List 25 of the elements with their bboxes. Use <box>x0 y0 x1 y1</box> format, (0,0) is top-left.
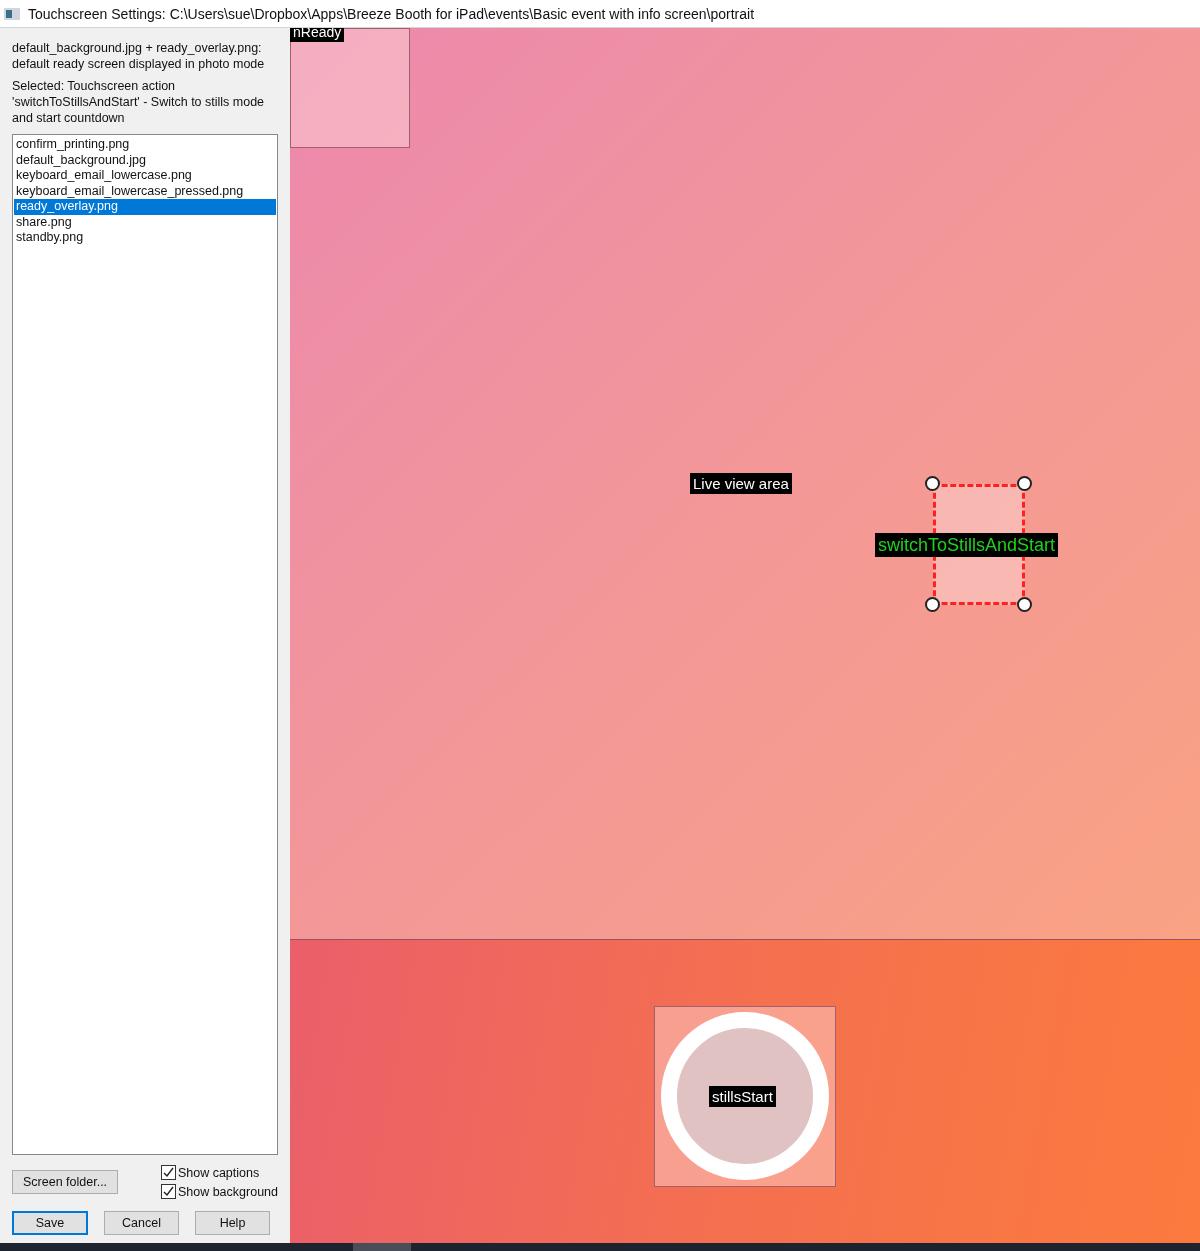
window-title: Touchscreen Settings: C:\Users\sue\Dropbox\Apps\Breeze Booth for iPad\events\Basic event with info screen\portrait <box>28 5 755 22</box>
checkbox-label: Show captions <box>177 1165 260 1180</box>
checkbox-label: Show background <box>177 1184 278 1199</box>
live-view-label: Live view area <box>690 473 792 494</box>
checkbox[interactable] <box>160 1184 176 1199</box>
app-icon <box>4 6 20 21</box>
dialog-button[interactable]: Cancel <box>104 1211 179 1235</box>
region-caption: stillsStart <box>709 1086 776 1107</box>
touch-region[interactable] <box>290 28 410 148</box>
file-item[interactable]: keyboard_email_lowercase_pressed.png <box>14 183 276 199</box>
file-list[interactable]: confirm_printing.png default_background.jpg keyboard_email_lowercase.png keyboard_email_lowercase_pressed.png ready_overlay.png share.png standby.png <box>12 134 278 1155</box>
touch-region[interactable] <box>654 1006 836 1187</box>
file-item[interactable]: confirm_printing.png <box>14 137 276 153</box>
file-item[interactable]: keyboard_email_lowercase.png <box>14 168 276 184</box>
screen-description: default_background.jpg + ready_overlay.png: default ready screen displayed in photo mode <box>12 40 266 72</box>
file-item[interactable]: share.png <box>14 214 276 230</box>
file-item[interactable]: standby.png <box>14 230 276 246</box>
dialog-button[interactable]: Save <box>12 1211 88 1235</box>
selection-info: Selected: Touchscreen action 'switchToStillsAndStart' - Switch to stills mode and start countdown <box>12 78 266 126</box>
region-caption: switchToStillsAndStart <box>875 533 1059 557</box>
file-item[interactable]: ready_overlay.png <box>14 199 276 215</box>
dialog-button[interactable]: Help <box>195 1211 270 1235</box>
file-item[interactable]: default_background.jpg <box>14 152 276 168</box>
screen-folder-button[interactable]: Screen folder... <box>12 1170 119 1194</box>
checkbox[interactable] <box>160 1165 176 1180</box>
